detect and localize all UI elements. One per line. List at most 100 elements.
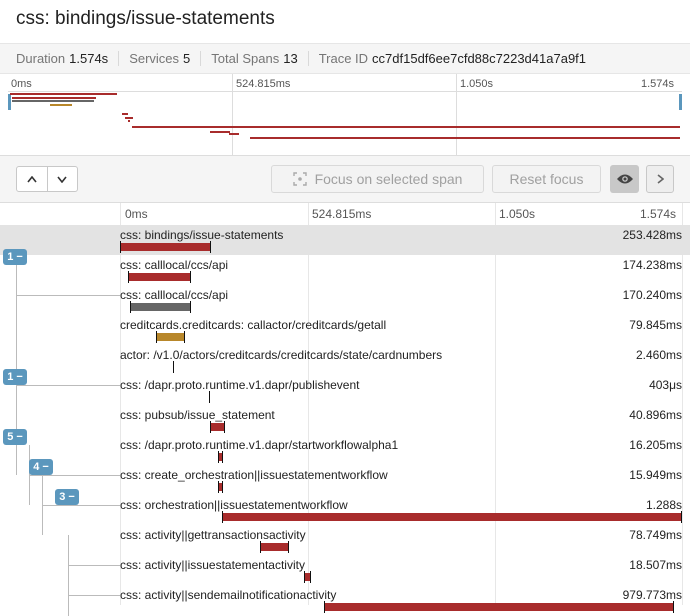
span-duration: 979.773ms <box>622 588 682 602</box>
span-bar-cap <box>210 421 211 433</box>
span-row[interactable]: css: /dapr.proto.runtime.v1.dapr/publish… <box>0 375 690 405</box>
span-row[interactable]: css: orchestration||issuestatementworkfl… <box>0 495 690 525</box>
stat-label: Trace ID <box>318 51 369 66</box>
span-bar[interactable] <box>130 301 191 313</box>
trace-stats-bar: Duration 1.574s Services 5 Total Spans 13 T… <box>0 44 690 74</box>
span-bar[interactable] <box>210 421 225 433</box>
chevron-up-icon <box>27 175 37 182</box>
minimap-tick-label: 524.815ms <box>236 78 291 90</box>
span-duration: 40.896ms <box>629 408 682 422</box>
span-row[interactable]: css: calllocal/ccs/api 174.238ms <box>0 255 690 285</box>
minimap-gridline <box>232 74 233 156</box>
span-bar-cap <box>130 301 131 313</box>
minimap-left-handle[interactable] <box>8 94 11 110</box>
span-bar[interactable] <box>304 571 311 583</box>
span-duration: 18.507ms <box>629 558 682 572</box>
stat-label: Services <box>129 51 180 66</box>
span-bar[interactable] <box>218 451 223 463</box>
span-bar-cap <box>173 361 174 373</box>
minimap-span-bar <box>128 120 130 122</box>
span-bar[interactable] <box>156 331 185 343</box>
span-bar[interactable] <box>120 241 211 253</box>
collapse-toggle-badge[interactable]: 5 − <box>3 429 27 445</box>
span-bar[interactable] <box>209 391 210 403</box>
span-row[interactable]: creditcards.creditcards: callactor/credi… <box>0 315 690 345</box>
span-bar[interactable] <box>222 511 682 523</box>
stat-label: Duration <box>16 51 66 66</box>
tree-connector <box>68 565 120 566</box>
timeline-tick-label: 0ms <box>125 207 148 221</box>
span-row[interactable]: css: /dapr.proto.runtime.v1.dapr/startwo… <box>0 435 690 465</box>
span-name: css: activity||gettransactionsactivity <box>120 528 306 542</box>
span-bar[interactable] <box>260 541 289 553</box>
span-row[interactable]: css: create_orchestration||issuestatemen… <box>0 465 690 495</box>
span-duration: 403μs <box>649 378 682 392</box>
span-duration: 253.428ms <box>622 228 682 242</box>
eye-icon <box>616 174 633 184</box>
span-duration: 15.949ms <box>629 468 682 482</box>
span-row[interactable]: css: activity||issuestatementactivity 18.… <box>0 555 690 585</box>
minimap-gridline <box>456 74 457 156</box>
span-bar-cap <box>222 481 223 493</box>
minimap-span-bar <box>210 131 230 133</box>
span-bar[interactable] <box>173 361 174 373</box>
span-bar-cap <box>288 541 289 553</box>
span-bar-cap <box>304 571 305 583</box>
span-name: css: activity||issuestatementactivity <box>120 558 305 572</box>
span-row[interactable]: css: activity||sendemailnotificationacti… <box>0 585 690 615</box>
span-bar[interactable] <box>218 481 223 493</box>
focus-selected-span-button[interactable]: Focus on selected span <box>271 165 484 193</box>
prev-span-button[interactable] <box>17 167 48 191</box>
span-bar-cap <box>222 511 223 523</box>
trace-minimap[interactable]: 0ms 524.815ms 1.050s 1.574s <box>0 74 690 156</box>
span-row[interactable]: actor: /v1.0/actors/creditcards/creditca… <box>0 345 690 375</box>
span-bar-cap <box>120 241 121 253</box>
expand-panel-button[interactable] <box>646 165 674 193</box>
span-bar-cap <box>156 331 157 343</box>
minimap-span-bar <box>122 113 128 115</box>
span-row[interactable]: css: activity||gettransactionsactivity 78… <box>0 525 690 555</box>
span-name: css: calllocal/ccs/api <box>120 258 229 272</box>
timeline-tick-label: 1.050s <box>499 207 536 221</box>
span-bar-cap <box>190 271 191 283</box>
span-bar-cap <box>673 601 674 613</box>
reset-focus-button[interactable]: Reset focus <box>492 165 601 193</box>
tree-connector <box>16 295 120 296</box>
tree-connector <box>16 265 17 385</box>
span-duration: 78.749ms <box>629 528 682 542</box>
minimap-span-bar <box>132 126 680 128</box>
stat-duration: Duration 1.574s <box>16 51 120 66</box>
tree-connector <box>16 445 17 475</box>
minimap-span-bar <box>50 104 72 106</box>
stat-value: 5 <box>183 51 191 66</box>
span-bar[interactable] <box>128 271 191 283</box>
span-bar-cap <box>222 451 223 463</box>
span-name: css: /dapr.proto.runtime.v1.dapr/startwo… <box>120 438 399 452</box>
collapse-toggle-badge[interactable]: 1 − <box>3 249 27 265</box>
stat-label: Total Spans <box>211 51 280 66</box>
span-bar[interactable] <box>324 601 674 613</box>
minimap-divider <box>8 91 682 92</box>
span-duration: 79.845ms <box>629 318 682 332</box>
span-name: css: activity||sendemailnotificationacti… <box>120 588 337 602</box>
collapse-toggle-badge[interactable]: 3 − <box>55 489 79 505</box>
collapse-toggle-badge[interactable]: 1 − <box>3 369 27 385</box>
chevron-down-icon <box>57 176 67 183</box>
tree-connector <box>68 535 69 616</box>
minimap-right-handle[interactable] <box>679 94 682 110</box>
span-duration: 174.238ms <box>622 258 682 272</box>
stat-services: Services 5 <box>129 51 202 66</box>
span-row[interactable]: css: bindings/issue-statements 253.428ms <box>0 225 690 255</box>
collapse-toggle-badge[interactable]: 4 − <box>29 459 53 475</box>
minimap-tick-label: 1.574s <box>641 78 675 90</box>
span-bar-cap <box>218 481 219 493</box>
span-name: css: pubsub/issue_statement <box>120 408 275 422</box>
toggle-visibility-button[interactable] <box>610 165 639 193</box>
minimap-span-bar <box>250 137 680 139</box>
span-duration: 2.460ms <box>635 348 682 362</box>
span-row[interactable]: css: calllocal/ccs/api 170.240ms <box>0 285 690 315</box>
tree-connector <box>16 385 120 386</box>
span-row[interactable]: css: pubsub/issue_statement 40.896ms <box>0 405 690 435</box>
next-span-button[interactable] <box>48 167 78 191</box>
span-bar-cap <box>209 391 210 403</box>
